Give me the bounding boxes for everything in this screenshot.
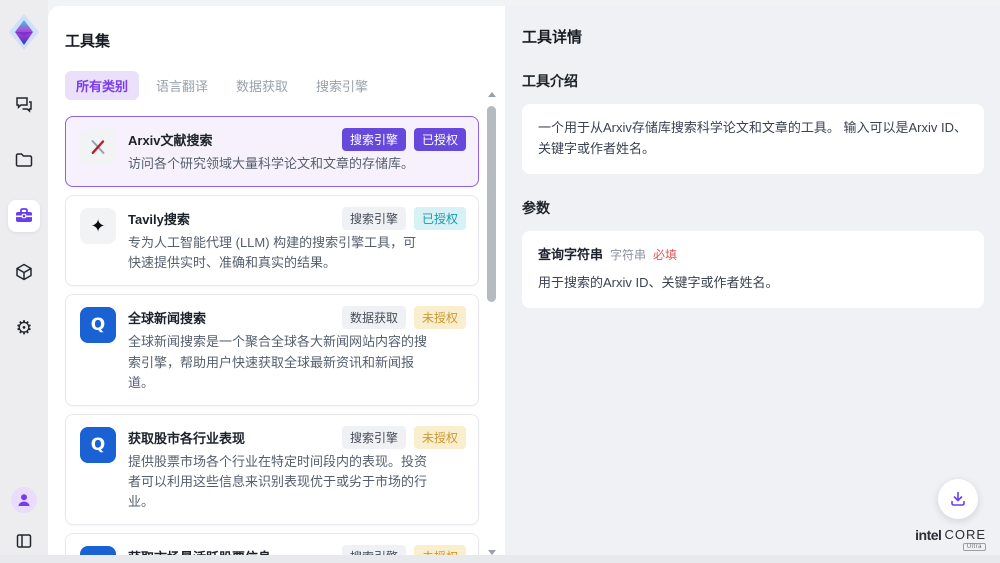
list-scrollbar [486, 92, 498, 555]
params-heading: 参数 [522, 198, 984, 218]
bottom-edge-strip [0, 555, 1000, 563]
news-q-icon: Q [80, 427, 116, 463]
tool-card-tavily[interactable]: ✦ Tavily搜索 专为人工智能代理 (LLM) 构建的搜索引擎工具，可快速提… [65, 195, 479, 286]
sidebar-item-toolbox[interactable] [8, 200, 40, 232]
tool-list-panel: 工具集 所有类别 语言翻译 数据获取 搜索引擎 Arxiv文献搜索 访问各个研究… [48, 6, 505, 563]
toolbox-icon [14, 206, 34, 226]
tool-description: 全球新闻搜索是一个聚合全球各大新闻网站内容的搜索引擎，帮助用户快速获取全球最新资… [128, 332, 428, 392]
chat-icon [14, 94, 34, 114]
category-badge: 搜索引擎 [342, 426, 406, 449]
sidebar-nav: ⚙ [8, 88, 40, 344]
sidebar-item-settings[interactable]: ⚙ [8, 312, 40, 344]
scrollbar-thumb[interactable] [487, 106, 496, 302]
scroll-up-arrow-icon[interactable] [488, 92, 496, 97]
tool-card-sector-performance[interactable]: Q 获取股市各行业表现 提供股票市场各个行业在特定时间段内的表现。投资者可以利用… [65, 414, 479, 525]
detail-title: 工具详情 [522, 26, 984, 47]
tab-data-acquisition[interactable]: 数据获取 [225, 71, 299, 100]
category-badge: 搜索引擎 [342, 207, 406, 230]
cube-icon [14, 262, 34, 282]
auth-status-badge: 未授权 [414, 306, 466, 329]
core-wordmark: CORE [944, 527, 986, 542]
param-name: 查询字符串 [538, 245, 603, 266]
intro-heading: 工具介绍 [522, 71, 984, 91]
category-badge: 数据获取 [342, 306, 406, 329]
folder-icon [14, 150, 34, 170]
sidebar: ⚙ [0, 0, 48, 563]
download-button[interactable] [938, 479, 978, 519]
category-badge: 搜索引擎 [342, 128, 406, 151]
param-box: 查询字符串 字符串 必填 用于搜索的Arxiv ID、关键字或作者姓名。 [522, 231, 984, 309]
param-type: 字符串 [610, 246, 646, 265]
intel-wordmark: intel [915, 527, 941, 543]
sidebar-bottom [11, 487, 37, 553]
intel-core-logo: intel CORE Ultra [915, 527, 986, 551]
sidebar-item-folder[interactable] [8, 144, 40, 176]
tool-card-global-news[interactable]: Q 全球新闻搜索 全球新闻搜索是一个聚合全球各大新闻网站内容的搜索引擎，帮助用户… [65, 294, 479, 405]
user-avatar-icon[interactable] [11, 487, 37, 513]
sidebar-item-cube[interactable] [8, 256, 40, 288]
arxiv-icon [80, 129, 116, 165]
tab-all-categories[interactable]: 所有类别 [65, 71, 139, 100]
page-title: 工具集 [65, 30, 479, 51]
intro-text-box: 一个用于从Arxiv存储库搜索科学论文和文章的工具。 输入可以是Arxiv ID… [522, 104, 984, 174]
tool-card-list: Arxiv文献搜索 访问各个研究领域大量科学论文和文章的存储库。 搜索引擎 已授… [65, 116, 479, 563]
tool-description: 专为人工智能代理 (LLM) 构建的搜索引擎工具，可快速提供实时、准确和真实的结… [128, 233, 428, 273]
ultra-badge: Ultra [963, 543, 986, 551]
star-icon: ✦ [80, 208, 116, 244]
category-tabs: 所有类别 语言翻译 数据获取 搜索引擎 [65, 71, 479, 100]
gear-icon: ⚙ [15, 319, 32, 338]
sidebar-item-chat[interactable] [8, 88, 40, 120]
param-required-badge: 必填 [653, 246, 677, 265]
download-icon [949, 490, 967, 508]
news-q-icon: Q [80, 307, 116, 343]
auth-status-badge: 未授权 [414, 426, 466, 449]
tool-card-arxiv[interactable]: Arxiv文献搜索 访问各个研究领域大量科学论文和文章的存储库。 搜索引擎 已授… [65, 116, 479, 187]
tab-language-translation[interactable]: 语言翻译 [145, 71, 219, 100]
app-window: ⚙ 工具集 所有类别 语言翻译 数据获取 [0, 0, 1000, 563]
panel-layout-icon[interactable] [12, 529, 36, 553]
tab-search-engine[interactable]: 搜索引擎 [305, 71, 379, 100]
tool-description: 访问各个研究领域大量科学论文和文章的存储库。 [128, 154, 414, 174]
tool-description: 提供股票市场各个行业在特定时间段内的表现。投资者可以利用这些信息来识别表现优于或… [128, 452, 428, 512]
app-logo-icon [9, 14, 39, 50]
auth-status-badge: 已授权 [414, 128, 466, 151]
param-description: 用于搜索的Arxiv ID、关键字或作者姓名。 [538, 273, 968, 294]
auth-status-badge: 已授权 [414, 207, 466, 230]
tool-detail-panel: 工具详情 工具介绍 一个用于从Arxiv存储库搜索科学论文和文章的工具。 输入可… [505, 6, 1000, 563]
